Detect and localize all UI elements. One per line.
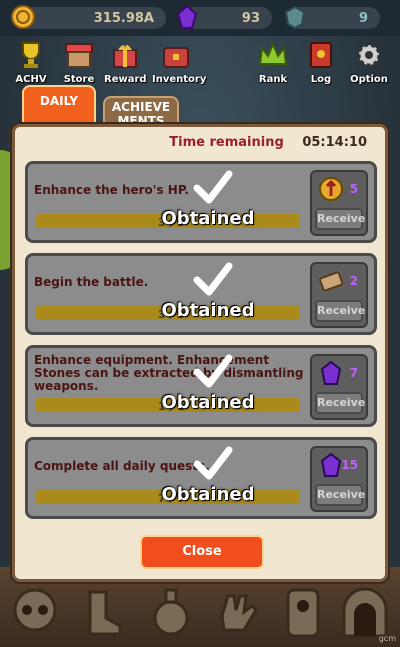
- time-remaining-value: 05:14:10: [302, 135, 367, 150]
- totem-icon[interactable]: [276, 586, 330, 640]
- watermark: gcm: [378, 634, 396, 643]
- tab-daily-label: DAILY: [39, 94, 79, 108]
- reward-box: 7 Receive: [310, 354, 368, 420]
- quest-progress-count: 3 / 3: [158, 308, 185, 321]
- quest-text: Enhance the hero's HP.: [34, 183, 189, 197]
- gem-icon: [320, 452, 342, 477]
- quest-progress-count: 1 / 1: [158, 400, 185, 413]
- menu-achv[interactable]: ACHV: [10, 38, 52, 85]
- gift-icon: [113, 45, 137, 68]
- reward-amount: 5: [349, 182, 358, 196]
- daily-quest-panel: Time remaining 05:14:10 Enhance the hero…: [12, 124, 388, 582]
- quest-row: Begin the battle. 3 / 3 Obtained 2 Recei…: [25, 253, 377, 335]
- reward-box: 2 Receive: [310, 262, 368, 328]
- quest-progress-count: 7 / 7: [158, 492, 185, 505]
- receive-button[interactable]: Receive: [315, 300, 365, 322]
- menu-inventory[interactable]: Inventory: [152, 38, 207, 85]
- receive-button[interactable]: Receive: [315, 392, 365, 414]
- quest-text: Enhance equipment. Enhancement Stones ca…: [34, 353, 304, 393]
- quest-row: Enhance the hero's HP. 3 / 3 Obtained 5 …: [25, 161, 377, 243]
- receive-button[interactable]: Receive: [315, 208, 365, 230]
- ticket-icon: [319, 271, 344, 292]
- gem-value: 93: [241, 10, 260, 26]
- receive-button[interactable]: Receive: [315, 484, 365, 506]
- quest-text: Complete all daily quests.: [34, 459, 210, 473]
- gem-icon: [320, 360, 342, 385]
- gold-counter: 315.98A: [11, 5, 166, 29]
- bottom-dock: gcm: [0, 582, 400, 647]
- crown-icon: [258, 41, 288, 65]
- gold-coin-icon: [319, 177, 343, 201]
- dungeon-gate-icon[interactable]: [338, 586, 392, 640]
- menu-label: Option: [350, 74, 388, 85]
- close-button[interactable]: Close: [140, 535, 264, 569]
- book-icon: [310, 42, 332, 68]
- chest-icon: [163, 47, 189, 68]
- store-icon: [65, 43, 93, 68]
- menu-log[interactable]: Log: [300, 38, 342, 85]
- time-remaining: Time remaining 05:14:10: [169, 135, 367, 150]
- menu-option[interactable]: Option: [348, 38, 390, 85]
- tab-daily[interactable]: DAILY: [22, 85, 96, 127]
- potion-icon[interactable]: [144, 586, 198, 640]
- shield-token-icon: [284, 5, 306, 30]
- currency-bar: 315.98A 93 9: [0, 0, 400, 36]
- quest-text: Begin the battle.: [34, 275, 149, 289]
- reward-amount: 15: [341, 458, 358, 472]
- reward-amount: 2: [349, 274, 358, 288]
- quest-progress-count: 3 / 3: [158, 216, 185, 229]
- menu-label: Inventory: [152, 74, 207, 85]
- quest-row: Complete all daily quests. 7 / 7 Obtaine…: [25, 437, 377, 519]
- glove-icon[interactable]: [210, 586, 264, 640]
- token-counter: 9: [284, 5, 380, 30]
- gold-coin-icon: [11, 5, 35, 29]
- menu-store[interactable]: Store: [58, 38, 100, 85]
- gem-counter: 93: [176, 4, 272, 29]
- menu-label: Reward: [104, 74, 147, 85]
- skull-icon[interactable]: [8, 586, 62, 640]
- menu-reward[interactable]: Reward: [104, 38, 147, 85]
- gear-icon: [357, 43, 381, 67]
- quest-row: Enhance equipment. Enhancement Stones ca…: [25, 345, 377, 427]
- purple-gem-icon: [176, 4, 198, 29]
- time-remaining-label: Time remaining: [169, 135, 284, 150]
- reward-box: 5 Receive: [310, 170, 368, 236]
- main-menu: ACHV Store Reward Inventory Rank Log Opt…: [0, 38, 400, 88]
- trophy-icon: [22, 42, 40, 68]
- menu-label: Rank: [258, 74, 288, 85]
- reward-box: 15 Receive: [310, 446, 368, 512]
- reward-amount: 7: [349, 366, 358, 380]
- gold-value: 315.98A: [93, 10, 154, 26]
- token-value: 9: [358, 10, 368, 26]
- boot-icon[interactable]: [76, 586, 130, 640]
- menu-rank[interactable]: Rank: [252, 38, 294, 85]
- menu-label: Log: [310, 74, 332, 85]
